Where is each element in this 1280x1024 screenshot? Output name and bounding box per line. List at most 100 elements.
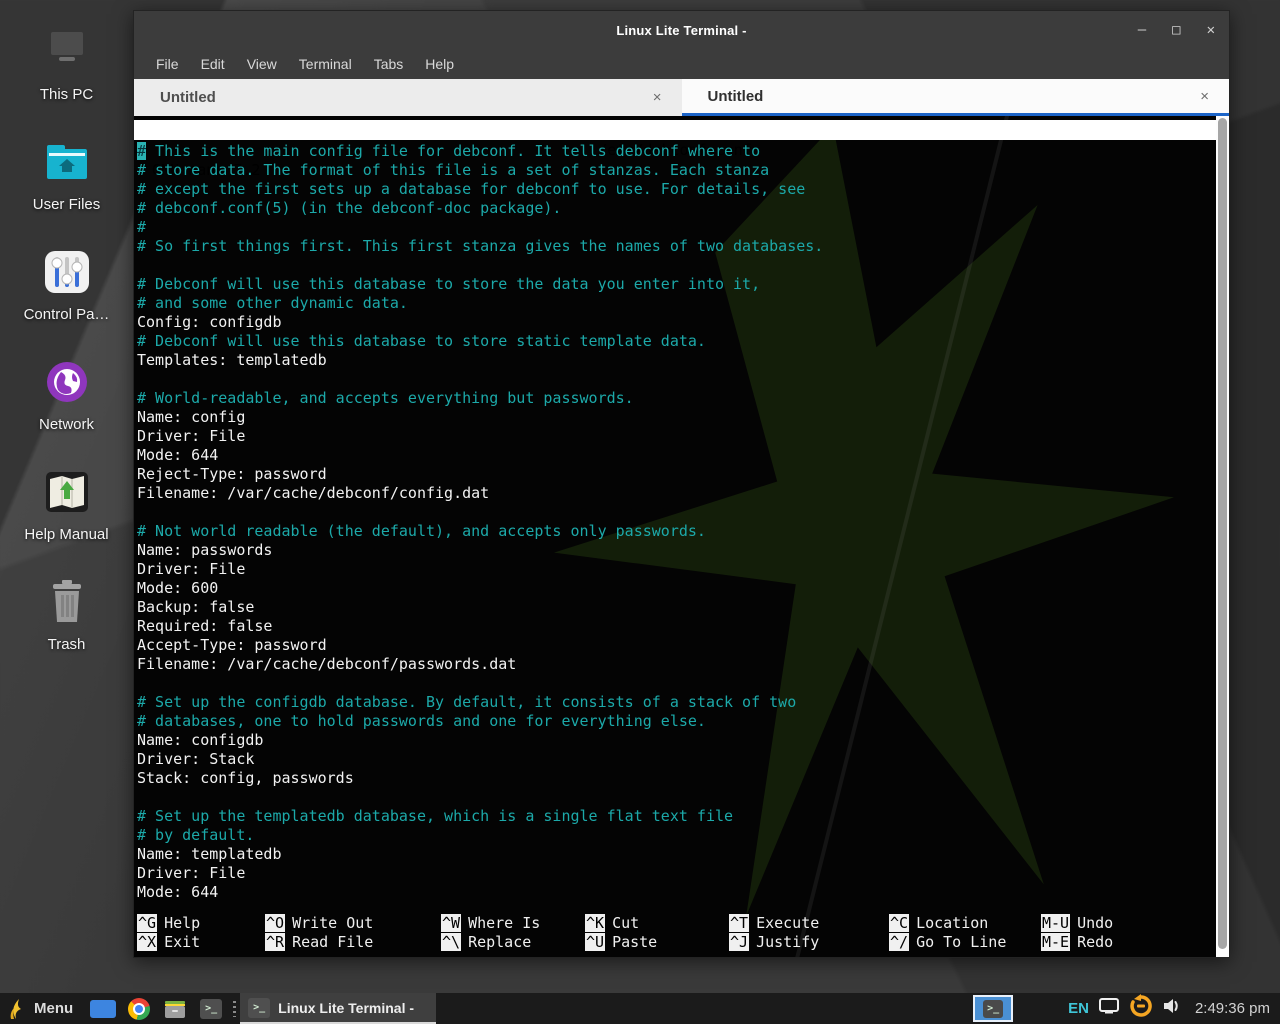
terminal-window-icon: >_: [248, 998, 270, 1018]
terminal-line: # except the first sets up a database fo…: [137, 180, 1213, 199]
desktop-icon-label: Trash: [48, 636, 86, 653]
volume-icon[interactable]: [1162, 997, 1182, 1020]
terminal-line: # Debconf will use this database to stor…: [137, 275, 1213, 294]
terminal-line: Filename: /var/cache/debconf/passwords.d…: [137, 655, 1213, 674]
terminal-line: # This is the main config file for debco…: [137, 142, 1213, 161]
desktop-icon-trash[interactable]: Trash: [0, 576, 133, 686]
desktop-icon-help-manual[interactable]: Help Manual: [0, 466, 133, 576]
desktop-icon-label: User Files: [33, 196, 101, 213]
tray-terminal-icon[interactable]: >_: [973, 995, 1013, 1022]
terminal-line: [137, 503, 1213, 522]
clock[interactable]: 2:49:36 pm: [1195, 1000, 1270, 1017]
close-button[interactable]: ✕: [1207, 23, 1215, 37]
chrome-icon[interactable]: [126, 996, 152, 1022]
nano-shortcut: M-UUndo: [1041, 914, 1213, 933]
terminal-line: Name: config: [137, 408, 1213, 427]
tab-untitled-1[interactable]: Untitled ×: [134, 79, 682, 116]
tab-close-icon[interactable]: ×: [653, 89, 662, 106]
update-notifier-icon[interactable]: [1129, 994, 1153, 1023]
desktop-icon-label: This PC: [40, 86, 93, 103]
window-title: Linux Lite Terminal -: [134, 23, 1229, 38]
terminal-line: # by default.: [137, 826, 1213, 845]
nano-shortcut: ^/Go To Line: [889, 933, 1041, 952]
task-button-terminal[interactable]: >_ Linux Lite Terminal -: [240, 993, 436, 1024]
show-desktop-icon[interactable]: [90, 996, 116, 1022]
desktop-icon-this-pc[interactable]: This PC: [0, 26, 133, 136]
terminal-line: Driver: File: [137, 427, 1213, 446]
terminal-line: # So first things first. This first stan…: [137, 237, 1213, 256]
terminal-line: Stack: config, passwords: [137, 769, 1213, 788]
tab-label: Untitled: [708, 88, 764, 105]
terminal-line: Reject-Type: password: [137, 465, 1213, 484]
trash-icon: [42, 576, 92, 628]
tab-untitled-2[interactable]: Untitled ×: [682, 79, 1230, 116]
terminal-line: Driver: Stack: [137, 750, 1213, 769]
terminal-line: Mode: 644: [137, 883, 1213, 902]
nano-buffer: # This is the main config file for debco…: [137, 142, 1213, 902]
display-settings-icon[interactable]: [1098, 997, 1120, 1020]
terminal-line: # Set up the configdb database. By defau…: [137, 693, 1213, 712]
desktop-icon-label: Help Manual: [24, 526, 108, 543]
maximize-button[interactable]: □: [1172, 23, 1180, 37]
terminal-line: # and some other dynamic data.: [137, 294, 1213, 313]
terminal-line: # World-readable, and accepts everything…: [137, 389, 1213, 408]
nano-shortcut: ^GHelp: [137, 914, 265, 933]
nano-shortcut: ^CLocation: [889, 914, 1041, 933]
terminal-line: Backup: false: [137, 598, 1213, 617]
menu-file[interactable]: File: [145, 56, 190, 72]
terminal-line: Name: templatedb: [137, 845, 1213, 864]
terminal-viewport[interactable]: /etc/debconf.conf GNU nano 7.2 # This is…: [134, 116, 1229, 957]
menubar: File Edit View Terminal Tabs Help: [134, 49, 1229, 79]
taskbar-tray: >_ EN 2:49:36 pm: [973, 993, 1280, 1024]
file-manager-icon[interactable]: [162, 996, 188, 1022]
menu-button[interactable]: Menu: [34, 1000, 73, 1017]
terminal-line: #: [137, 218, 1213, 237]
nano-cursor: #: [137, 142, 146, 160]
terminal-line: # databases, one to hold passwords and o…: [137, 712, 1213, 731]
terminal-window: Linux Lite Terminal - – □ ✕ File Edit Vi…: [133, 10, 1230, 958]
nano-shortcut: M-ERedo: [1041, 933, 1213, 952]
terminal-line: Driver: File: [137, 864, 1213, 883]
terminal-line: Config: configdb: [137, 313, 1213, 332]
nano-shortcuts: ^GHelp^OWrite Out^WWhere Is^KCut^TExecut…: [137, 914, 1213, 952]
terminal-line: Mode: 600: [137, 579, 1213, 598]
task-button-label: Linux Lite Terminal -: [278, 1000, 414, 1016]
desktop-icon-list: This PC User Files Control Pa… Network H…: [0, 26, 133, 686]
nano-titlebar: /etc/debconf.conf GNU nano 7.2: [134, 120, 1216, 140]
desktop-icon-network[interactable]: Network: [0, 356, 133, 466]
desktop-icon-control-panel[interactable]: Control Pa…: [0, 246, 133, 356]
keyboard-layout-indicator[interactable]: EN: [1068, 1000, 1089, 1017]
nano-shortcut: ^KCut: [585, 914, 729, 933]
terminal-launcher-icon[interactable]: >_: [198, 996, 224, 1022]
scrollbar-thumb[interactable]: [1218, 118, 1227, 949]
menu-edit[interactable]: Edit: [190, 56, 236, 72]
desktop-icon-label: Network: [39, 416, 94, 433]
tab-label: Untitled: [160, 89, 216, 106]
window-titlebar[interactable]: Linux Lite Terminal - – □ ✕: [134, 11, 1229, 49]
terminal-scrollbar[interactable]: [1216, 116, 1229, 957]
terminal-line: # Set up the templatedb database, which …: [137, 807, 1213, 826]
terminal-line: Name: configdb: [137, 731, 1213, 750]
terminal-line: [137, 788, 1213, 807]
terminal-line: [137, 370, 1213, 389]
network-globe-icon: [42, 356, 92, 408]
help-manual-icon: [42, 466, 92, 518]
nano-shortcut: ^RRead File: [265, 933, 441, 952]
terminal-line: # Not world readable (the default), and …: [137, 522, 1213, 541]
terminal-line: Accept-Type: password: [137, 636, 1213, 655]
menu-view[interactable]: View: [236, 56, 288, 72]
nano-shortcut: ^WWhere Is: [441, 914, 585, 933]
menu-tabs[interactable]: Tabs: [363, 56, 415, 72]
linux-lite-logo-icon[interactable]: [7, 998, 27, 1020]
menu-terminal[interactable]: Terminal: [288, 56, 363, 72]
nano-shortcut: ^UPaste: [585, 933, 729, 952]
terminal-line: Filename: /var/cache/debconf/config.dat: [137, 484, 1213, 503]
terminal-line: Mode: 644: [137, 446, 1213, 465]
tabbar: Untitled × Untitled ×: [134, 79, 1229, 116]
desktop-icon-label: Control Pa…: [24, 306, 110, 323]
desktop-icon-user-files[interactable]: User Files: [0, 136, 133, 246]
minimize-button[interactable]: –: [1138, 23, 1146, 37]
tab-close-icon[interactable]: ×: [1200, 88, 1209, 105]
menu-help[interactable]: Help: [414, 56, 465, 72]
computer-icon: [42, 26, 92, 78]
